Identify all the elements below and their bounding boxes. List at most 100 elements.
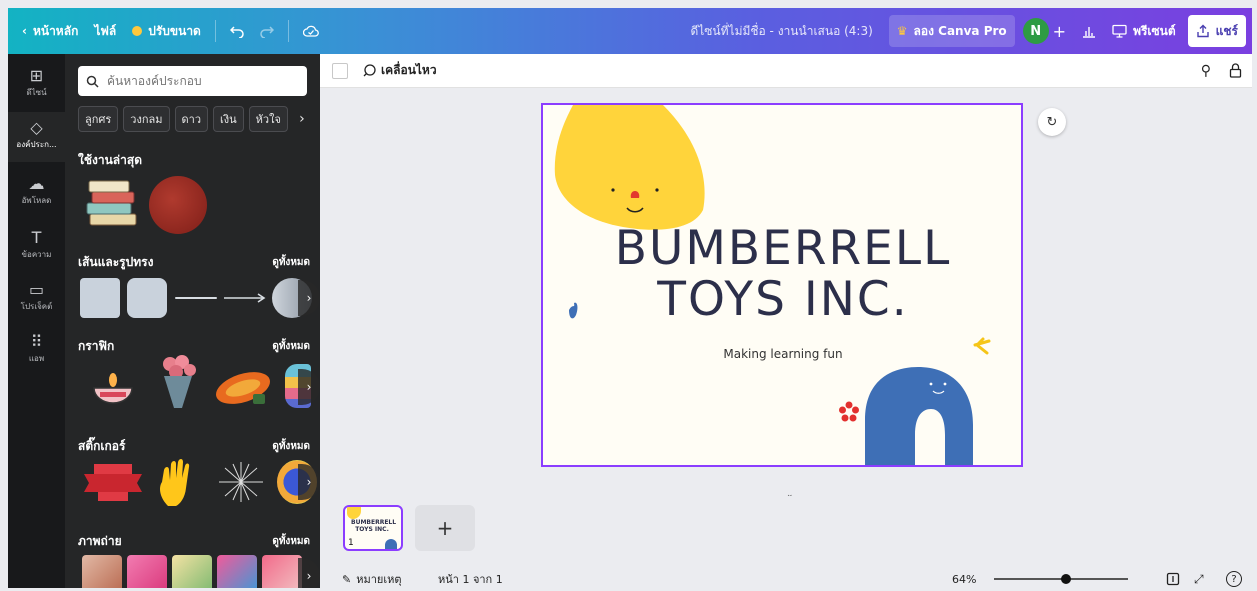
see-all-photos[interactable]: ดูทั้งหมด: [272, 534, 310, 549]
present-button[interactable]: พรีเซนต์: [1104, 15, 1184, 47]
divider: [214, 20, 216, 42]
blue-arch: [865, 367, 973, 465]
top-bar: ‹ หน้าหลัก ไฟล์ ปรับขนาด ดีไซน์ที่ไม่มีช…: [8, 8, 1252, 54]
see-all-stickers[interactable]: ดูทั้งหมด: [272, 439, 310, 454]
try-pro-button[interactable]: ♛ ลอง Canva Pro: [888, 15, 1015, 47]
graphic-candle[interactable]: [84, 362, 142, 410]
photo-thumbnail[interactable]: [172, 555, 212, 588]
section-title-stickers: สติ๊กเกอร์: [78, 439, 126, 453]
sticker-hand-wave[interactable]: [154, 458, 198, 508]
cloud-check-icon: [302, 25, 319, 37]
help-icon[interactable]: ?: [1226, 571, 1242, 587]
suggestion-chips: ลูกศร วงกลม ดาว เงิน หัวใจ ›: [78, 106, 311, 132]
page-count-icon[interactable]: [1166, 572, 1180, 586]
vertical-scrollbar[interactable]: [1242, 88, 1252, 488]
slide-title-line1: BUMBERRELL: [614, 221, 952, 276]
zoom-slider-handle[interactable]: [1061, 574, 1072, 584]
arch-eye: [929, 382, 933, 386]
rail-item-text[interactable]: T ข้อความ: [8, 230, 65, 261]
photo-thumbnail[interactable]: [82, 555, 122, 588]
section-title-lines-shapes: เส้นและรูปทรง: [78, 255, 154, 269]
document-title-text: ดีไซน์ที่ไม่มีชื่อ - งานนำเสนอ (4:3): [690, 23, 873, 38]
save-status-button[interactable]: [295, 15, 327, 47]
lines-shapes-next-button[interactable]: ›: [298, 280, 320, 316]
notes-button[interactable]: ✎ หมายเหตุ: [342, 570, 402, 588]
rail-item-uploads[interactable]: ☁ อัพโหลด: [8, 176, 65, 207]
photo-thumbnail[interactable]: [127, 555, 167, 588]
rail-item-elements[interactable]: ◇ องค์ประก...: [8, 112, 65, 162]
avatar[interactable]: N: [1022, 18, 1049, 44]
shape-line[interactable]: [175, 297, 217, 299]
zoom-slider[interactable]: [994, 574, 1128, 584]
search-box[interactable]: [78, 66, 307, 96]
chip-circles[interactable]: วงกลม: [123, 106, 170, 132]
redo-button[interactable]: [252, 15, 282, 47]
photo-thumbnail[interactable]: [262, 555, 302, 588]
section-title-graphics: กราฟิก: [78, 339, 115, 353]
photo-thumbnail[interactable]: [217, 555, 257, 588]
rail-item-projects[interactable]: ▭ โปรเจ็คต์: [8, 282, 65, 313]
stickers-next-button[interactable]: ›: [298, 464, 320, 500]
animate-button[interactable]: เคลื่อนไหว: [362, 61, 437, 80]
thumb-title: BUMBERRELL TOYS INC.: [351, 519, 397, 533]
chevron-right-icon: ›: [306, 569, 312, 583]
graphic-flower-bouquet[interactable]: [154, 352, 202, 416]
elements-panel: ลูกศร วงกลม ดาว เงิน หัวใจ › ใช้งานล่าสุ…: [65, 54, 320, 588]
file-menu-button[interactable]: ไฟล์: [86, 15, 124, 47]
chips-next-button[interactable]: ›: [293, 106, 311, 132]
background-color-swatch[interactable]: [332, 62, 348, 79]
recent-item-books[interactable]: [84, 176, 142, 232]
see-all-lines-shapes[interactable]: ดูทั้งหมด: [272, 255, 310, 270]
bar-chart-icon: [1083, 27, 1096, 38]
thumb-yellow-blob: [347, 507, 361, 519]
insights-button[interactable]: [1074, 15, 1104, 47]
slide-page[interactable]: BUMBERRELL TOYS INC. Making learning fun: [541, 103, 1023, 467]
slide-subtitle[interactable]: Making learning fun: [543, 347, 1021, 361]
lock-icon[interactable]: [1229, 63, 1242, 78]
red-flower: [839, 401, 859, 422]
chip-money[interactable]: เงิน: [213, 106, 244, 132]
graphics-next-button[interactable]: ›: [298, 369, 320, 405]
left-nav-rail: ⊞ ดีไซน์ ◇ องค์ประก... ☁ อัพโหลด T ข้อคว…: [8, 54, 65, 588]
editor-toolbar: เคลื่อนไหว ⚲: [320, 54, 1252, 88]
sticker-sparkle-burst[interactable]: [211, 460, 271, 504]
fullscreen-icon[interactable]: ⤢: [1194, 572, 1204, 587]
rail-label: ข้อความ: [21, 250, 52, 259]
rotate-page-button[interactable]: ↻: [1038, 108, 1066, 136]
share-button[interactable]: แชร์: [1187, 15, 1246, 47]
pro-crown-icon: [132, 26, 143, 36]
shape-rounded-square[interactable]: [127, 278, 167, 318]
rail-item-apps[interactable]: ⠿ แอพ: [8, 334, 65, 365]
page-thumbnail[interactable]: BUMBERRELL TOYS INC. 1: [343, 505, 403, 551]
home-button[interactable]: ‹ หน้าหลัก: [14, 15, 86, 47]
sticker-valentines-banner[interactable]: [82, 460, 144, 506]
chip-stars[interactable]: ดาว: [174, 106, 208, 132]
resize-button[interactable]: ปรับขนาด: [124, 15, 209, 47]
avatar-initial: N: [1030, 23, 1042, 39]
zoom-value[interactable]: 64%: [952, 573, 976, 586]
page-strip: BUMBERRELL TOYS INC. 1 +: [320, 496, 1252, 556]
recent-item-red-texture[interactable]: [149, 176, 207, 234]
rail-item-design[interactable]: ⊞ ดีไซน์: [8, 68, 65, 99]
undo-button[interactable]: [222, 15, 252, 47]
slide-title[interactable]: BUMBERRELL TOYS INC.: [543, 221, 1021, 325]
chip-arrows[interactable]: ลูกศร: [78, 106, 119, 132]
document-title[interactable]: ดีไซน์ที่ไม่มีชื่อ - งานนำเสนอ (4:3): [682, 15, 880, 47]
books-illustration: [86, 180, 137, 226]
chip-hearts[interactable]: หัวใจ: [248, 106, 288, 132]
add-page-button[interactable]: +: [415, 505, 475, 551]
shape-square[interactable]: [80, 278, 120, 318]
text-icon: T: [31, 228, 42, 247]
see-all-graphics[interactable]: ดูทั้งหมด: [272, 339, 310, 354]
search-icon: [86, 75, 99, 88]
canva-editor: ‹ หน้าหลัก ไฟล์ ปรับขนาด ดีไซน์ที่ไม่มีช…: [8, 8, 1252, 588]
shape-arrow-line[interactable]: [223, 291, 267, 305]
graphic-papaya[interactable]: [213, 366, 273, 410]
section-title-photos: ภาพถ่าย: [78, 534, 122, 548]
crown-icon: ♛: [896, 24, 908, 38]
search-input[interactable]: [107, 74, 297, 88]
photos-next-button[interactable]: ›: [298, 558, 320, 588]
add-member-icon[interactable]: +: [1053, 22, 1066, 41]
paint-format-icon[interactable]: ⚲: [1201, 63, 1211, 79]
present-icon: [1112, 24, 1127, 38]
